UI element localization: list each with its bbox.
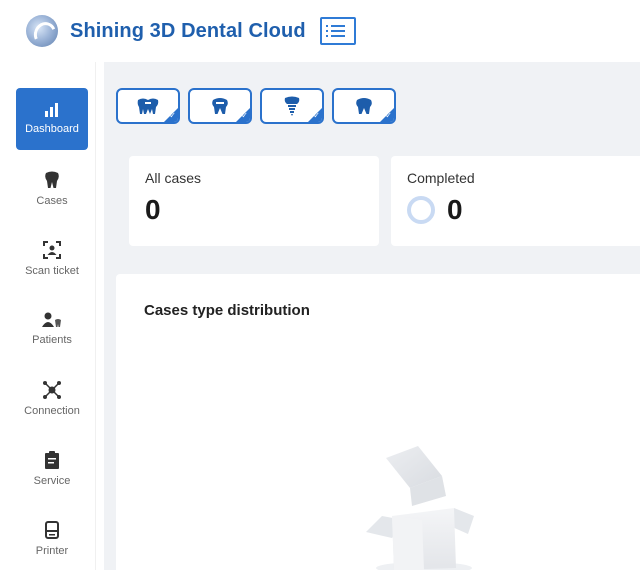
list-icon [325,25,345,27]
sidebar-item-label: Printer [35,545,69,557]
sidebar-item-service[interactable]: Service [16,438,88,500]
sidebar-item-label: Scan ticket [25,265,79,277]
cases-type-distribution-panel: Cases type distribution [116,274,640,570]
sidebar-item-label: Connection [24,405,80,417]
crown-tooth-icon [212,98,228,114]
implant-tooth-icon [284,96,300,116]
all-cases-card: All cases 0 [129,156,379,246]
sidebar-item-cases[interactable]: Cases [16,158,88,220]
main-content: ✓ ✓ ✓ ✓ All cases 0 Completed 0 Cases ty… [104,62,640,570]
sidebar-item-label: Service [33,475,71,487]
all-cases-label: All cases [145,170,202,186]
sidebar-item-label: Cases [36,195,68,207]
sidebar-item-patients[interactable]: Patients [16,298,88,360]
sidebar-item-label: Dashboard [25,123,79,135]
single-tooth-icon [356,98,372,114]
sidebar: Dashboard Cases Scan ticket Patients Con… [8,62,96,570]
bar-chart-icon [45,103,58,117]
patients-icon [42,312,61,327]
menu-toggle-button[interactable] [319,17,356,45]
completed-value: 0 [447,194,463,225]
checkmark-icon: ✓ [385,111,392,120]
case-type-bridge-button[interactable]: ✓ [116,88,180,124]
ring-icon [407,196,435,224]
panel-title: Cases type distribution [144,302,310,319]
completed-card: Completed 0 [391,156,640,246]
sidebar-item-scan-ticket[interactable]: Scan ticket [16,228,88,290]
bridge-tooth-icon [137,98,159,114]
sidebar-item-connection[interactable]: Connection [16,368,88,430]
tooth-icon [45,171,59,188]
printer-icon [45,521,59,539]
case-type-filter-group: ✓ ✓ ✓ ✓ [116,88,396,124]
sidebar-item-dashboard[interactable]: Dashboard [16,88,88,150]
checkmark-icon: ✓ [313,111,320,120]
scan-ticket-icon [43,241,61,259]
checkmark-icon: ✓ [241,111,248,120]
empty-box-icon [366,446,474,570]
case-type-tooth-button[interactable]: ✓ [332,88,396,124]
logo-icon [26,15,58,47]
sidebar-item-label: Patients [32,334,72,346]
app-title: Shining 3D Dental Cloud [70,19,306,42]
completed-label: Completed [407,170,475,186]
case-type-crown-button[interactable]: ✓ [188,88,252,124]
top-bar: Shining 3D Dental Cloud [0,0,640,62]
connection-icon [43,381,61,399]
clipboard-icon [45,451,59,469]
checkmark-icon: ✓ [169,111,176,120]
case-type-implant-button[interactable]: ✓ [260,88,324,124]
all-cases-value: 0 [145,194,161,225]
sidebar-item-printer[interactable]: Printer [16,508,88,570]
